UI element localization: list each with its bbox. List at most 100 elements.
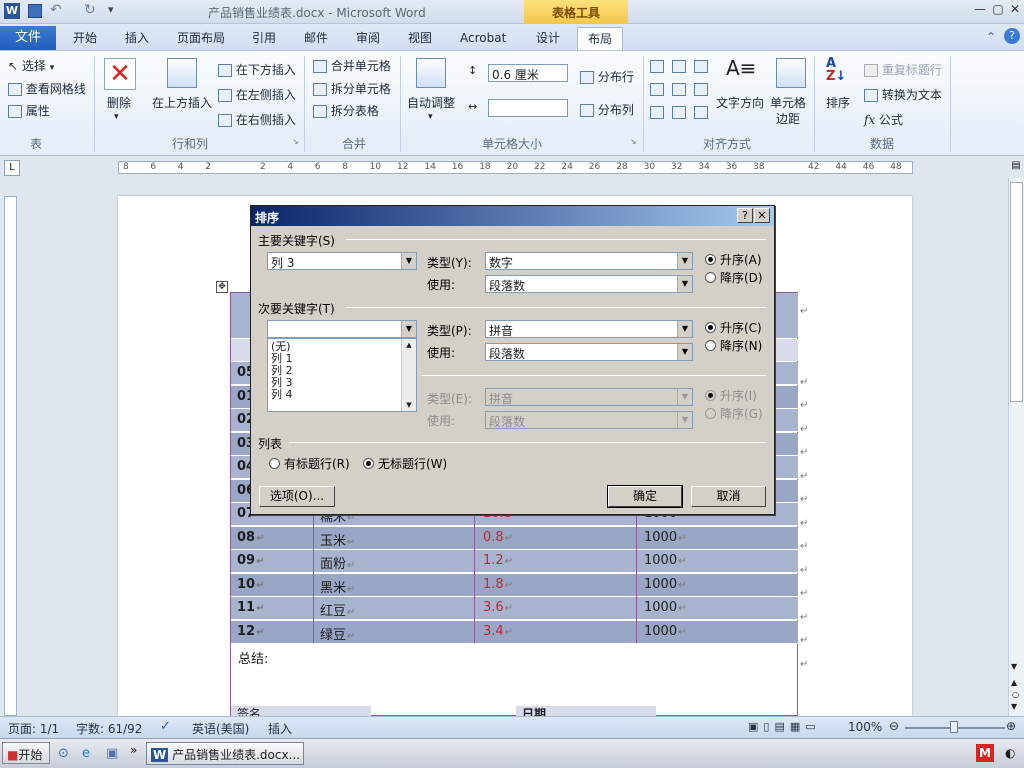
dialog-help-button[interactable]: ? — [737, 208, 753, 223]
page-count[interactable]: 页面: 1/1 — [8, 720, 59, 737]
tab-design[interactable]: 设计 — [526, 27, 570, 50]
proofing-icon[interactable]: ✓ — [160, 719, 171, 734]
tab-layout[interactable]: 布局 — [577, 27, 624, 51]
scroll-down-icon[interactable]: ▼ — [1011, 662, 1017, 671]
prev-page-icon[interactable]: ▲ — [1011, 678, 1017, 687]
merge-cells-button[interactable]: 合并单元格 — [313, 57, 391, 74]
split-cells-button[interactable]: 拆分单元格 — [313, 80, 391, 97]
next-page-icon[interactable]: ▼ — [1011, 702, 1017, 711]
table-cell-price[interactable]: 1.8↵ — [483, 577, 513, 592]
ok-button[interactable]: 确定 — [607, 485, 683, 508]
table-cell-qty[interactable]: 1000↵ — [644, 530, 686, 545]
table-cell-name[interactable]: 红豆↵ — [320, 600, 355, 619]
customize-qat-icon[interactable]: ▾ — [108, 3, 114, 16]
repeat-header-button[interactable]: 重复标题行 — [864, 61, 942, 78]
table-move-handle-icon[interactable]: ✥ — [216, 281, 228, 293]
secondary-desc-radio[interactable]: 降序(N) — [705, 337, 762, 354]
tab-file[interactable]: 文件 — [0, 26, 56, 50]
has-header-radio[interactable]: 有标题行(R) — [269, 455, 350, 472]
table-cell-id[interactable]: 12↵ — [237, 624, 264, 639]
distribute-rows-button[interactable]: 分布行 — [580, 68, 634, 85]
delete-table-icon[interactable]: ✕ — [104, 58, 136, 90]
split-table-button[interactable]: 拆分表格 — [313, 102, 379, 119]
cell-margins-button-line2[interactable]: 边距 — [776, 110, 800, 127]
undo-icon[interactable]: ↶ — [50, 2, 62, 18]
zoom-out-icon[interactable]: ⊖ — [889, 719, 899, 733]
dialog-launcher-icon[interactable]: ↘ — [292, 137, 299, 146]
table-cell-name[interactable]: 绿豆↵ — [320, 624, 355, 643]
tab-selector-icon[interactable]: L — [4, 160, 20, 176]
secondary-use-select[interactable]: 段落数 ▼ — [485, 343, 693, 361]
help-icon[interactable]: ? — [1004, 28, 1020, 44]
table-cell-qty[interactable]: 1000↵ — [644, 600, 686, 615]
table-cell-price[interactable]: 3.4↵ — [483, 624, 513, 639]
formula-button[interactable]: fx 公式 — [864, 111, 903, 128]
tab-view[interactable]: 视图 — [398, 27, 442, 50]
scrollbar-thumb[interactable] — [1010, 182, 1023, 402]
table-cell-qty[interactable]: 1000↵ — [644, 553, 686, 568]
primary-desc-radio[interactable]: 降序(D) — [705, 269, 763, 286]
insert-mode-indicator[interactable]: 插入 — [268, 720, 292, 737]
table-cell-id[interactable]: 09↵ — [237, 553, 264, 568]
insert-below-button[interactable]: 在下方插入 — [218, 61, 296, 78]
convert-to-text-button[interactable]: 转换为文本 — [864, 86, 942, 103]
close-window-button[interactable]: ✕ — [1005, 2, 1024, 20]
view-gridlines-button[interactable]: 查看网格线 — [8, 80, 86, 97]
browse-object-icon[interactable]: ○ — [1012, 690, 1019, 699]
taskbar-word-item[interactable]: W 产品销售业绩表.docx... — [146, 742, 304, 765]
primary-type-select[interactable]: 数字 ▼ — [485, 252, 693, 270]
align-bottom-right-icon[interactable] — [694, 106, 708, 119]
show-desktop-icon[interactable]: ⊙ — [58, 746, 69, 761]
table-cell-qty[interactable]: 1000↵ — [644, 577, 686, 592]
dialog-launcher-icon[interactable]: ↘ — [630, 137, 637, 146]
scroll-up-icon[interactable]: ▲ — [402, 339, 416, 351]
table-row[interactable]: 11↵ 红豆↵ 3.6↵ 1000↵ — [231, 597, 798, 620]
word-app-icon[interactable]: W — [4, 3, 20, 19]
distribute-cols-button[interactable]: 分布列 — [580, 101, 634, 118]
word-count[interactable]: 字数: 61/92 — [76, 720, 142, 737]
text-direction-button[interactable]: 文字方向 — [716, 94, 764, 111]
autofit-button[interactable]: 自动调整 — [407, 94, 455, 111]
autofit-dropdown-icon[interactable]: ▾ — [428, 112, 433, 122]
tray-app-icon[interactable]: M — [976, 744, 994, 762]
horizontal-ruler[interactable]: 8 6 4 2 2 4 6 8 10 12 14 16 18 20 22 24 26 28 30 32 34 36 38 42… — [118, 161, 913, 174]
scroll-down-icon[interactable]: ▼ — [402, 399, 416, 411]
table-cell-name[interactable]: 玉米↵ — [320, 530, 355, 549]
primary-use-select[interactable]: 段落数 ▼ — [485, 275, 693, 293]
properties-button[interactable]: 属性 — [8, 102, 50, 119]
table-cell-price[interactable]: 1.2↵ — [483, 553, 513, 568]
vertical-ruler[interactable] — [4, 196, 17, 716]
sort-button[interactable]: 排序 — [826, 94, 850, 111]
ie-icon[interactable]: e — [82, 746, 90, 761]
select-button[interactable]: ↖ 选择 ▾ — [8, 57, 54, 74]
table-row[interactable]: 12↵ 绿豆↵ 3.4↵ 1000↵ — [231, 620, 798, 644]
language-indicator[interactable]: 英语(美国) — [192, 720, 249, 737]
table-cell-name[interactable]: 黑米↵ — [320, 577, 355, 596]
table-row[interactable]: 08↵ 玉米↵ 0.8↵ 1000↵ — [231, 526, 798, 550]
view-ruler-icon[interactable]: ▤ — [1009, 160, 1023, 176]
delete-dropdown-icon[interactable]: ▾ — [114, 112, 119, 122]
col-width-input[interactable] — [488, 99, 568, 117]
cell-margins-button[interactable]: 单元格 — [770, 94, 806, 111]
align-center-icon[interactable] — [672, 83, 686, 96]
table-cell-qty[interactable]: 1000↵ — [644, 624, 686, 639]
table-row[interactable]: 10↵ 黑米↵ 1.8↵ 1000↵ — [231, 573, 798, 597]
zoom-slider-thumb[interactable] — [950, 721, 958, 733]
align-bottom-left-icon[interactable] — [650, 106, 664, 119]
secondary-type-select[interactable]: 拼音 ▼ — [485, 320, 693, 338]
tab-acrobat[interactable]: Acrobat — [450, 27, 516, 50]
list-option[interactable]: 列 4 — [271, 389, 413, 401]
vertical-scrollbar[interactable]: ▼ ▲ ○ ▼ — [1008, 178, 1024, 716]
primary-key-select[interactable]: 列 3 ▼ — [267, 252, 417, 270]
tray-network-icon[interactable]: ◐ — [1005, 746, 1015, 760]
align-bottom-center-icon[interactable] — [672, 106, 686, 119]
delete-button[interactable]: 删除 — [107, 94, 131, 111]
more-quicklaunch-icon[interactable]: » — [130, 743, 137, 757]
no-header-radio[interactable]: 无标题行(W) — [363, 455, 447, 472]
table-cell-price[interactable]: 0.8↵ — [483, 530, 513, 545]
insert-above-button[interactable]: 在上方插入 — [152, 94, 212, 111]
tab-page-layout[interactable]: 页面布局 — [167, 27, 235, 50]
zoom-level[interactable]: 100% — [848, 720, 882, 734]
media-icon[interactable]: ▣ — [106, 746, 118, 761]
dialog-close-button[interactable]: ✕ — [754, 208, 770, 223]
